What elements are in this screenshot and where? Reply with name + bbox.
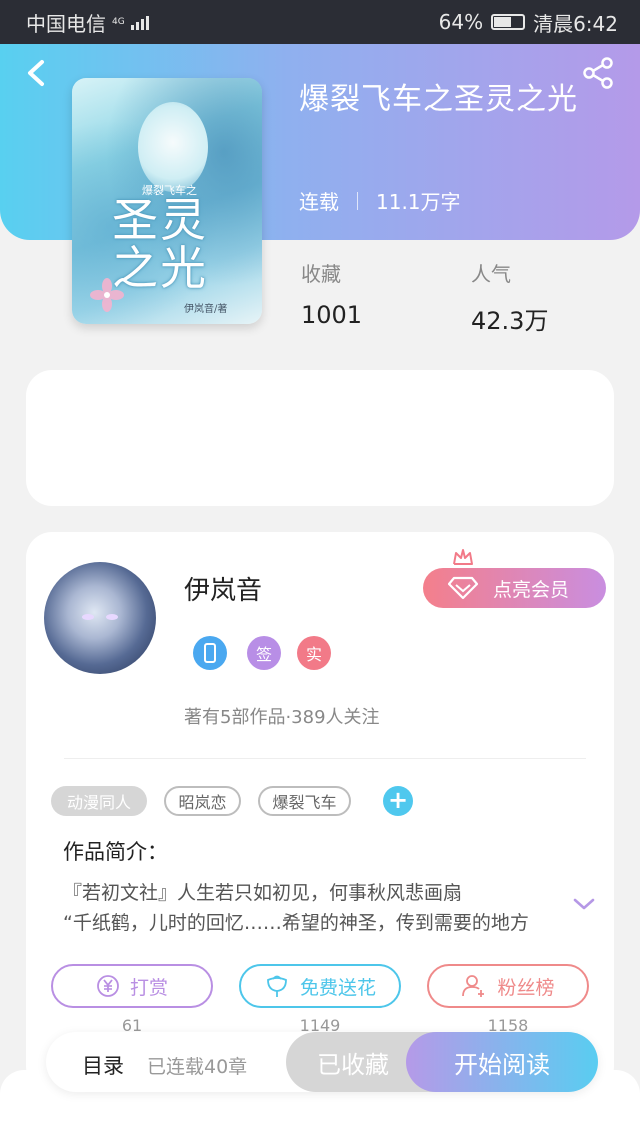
yen-icon — [97, 975, 119, 997]
cover-title-art: 圣灵之光 — [112, 193, 208, 295]
carrier-info: 中国电信 4G — [26, 8, 149, 37]
sign-icon: 签 — [247, 636, 281, 670]
stat-popularity: 人气 42.3万 — [471, 258, 548, 336]
stat-label: 人气 — [471, 262, 511, 286]
start-reading-button[interactable]: 开始阅读 — [406, 1032, 598, 1092]
intro-line: “千纸鹤，儿时的回忆……希望的神圣，传到需要的地方 — [63, 912, 529, 934]
tag-chip[interactable]: 昭岚恋 — [164, 786, 241, 816]
crown-icon — [453, 549, 473, 565]
book-cover[interactable]: 爆裂飞车之 圣灵之光 伊岚音/著 — [72, 78, 262, 324]
clock: 清晨6:42 — [533, 11, 618, 36]
stat-value: 1001 — [301, 301, 363, 329]
stat-favorites: 收藏 1001 — [301, 258, 362, 329]
author-avatar[interactable] — [44, 562, 156, 674]
section-divider — [64, 758, 586, 759]
book-meta: 连载 11.1万字 — [299, 186, 461, 215]
send-flower-button[interactable]: 免费送花 — [239, 964, 401, 1008]
cover-author-line: 伊岚音/著 — [184, 304, 228, 315]
chevron-down-icon[interactable] — [572, 896, 596, 912]
tip-label: 打赏 — [129, 976, 168, 999]
fans-icon — [462, 975, 485, 997]
phone-icon — [193, 636, 227, 670]
book-title: 爆裂飞车之圣灵之光 — [299, 82, 578, 117]
battery-icon — [491, 14, 526, 30]
meta-divider — [357, 191, 358, 210]
diamond-icon — [448, 576, 478, 600]
status-bar: 中国电信 4G 64% 清晨6:42 — [0, 0, 640, 44]
signal-icon — [130, 14, 149, 30]
stat-label: 收藏 — [301, 262, 341, 286]
flower-decoration-icon — [90, 278, 124, 312]
author-description: 著有5部作品·389人关注 — [184, 707, 380, 728]
stat-value: 42.3万 — [471, 307, 549, 335]
flower-icon — [267, 975, 287, 997]
network-type: 4G — [112, 16, 125, 27]
tip-button[interactable]: 打赏 — [51, 964, 213, 1008]
intro-label: 作品简介： — [63, 840, 168, 864]
intro-text: 『若初文社』人生若只如初见，何事秋风悲画扇 “千纸鹤，儿时的回忆……希望的神圣，… — [63, 878, 553, 938]
back-icon[interactable] — [20, 58, 54, 88]
avatar-face — [82, 614, 118, 620]
chapter-count: 已连载40章 — [147, 1056, 248, 1078]
intro-line: 『若初文社』人生若只如初见，何事秋风悲画扇 — [63, 882, 463, 904]
tag-chip[interactable]: 爆裂飞车 — [258, 786, 351, 816]
toc-button[interactable]: 目录 — [82, 1050, 124, 1080]
verified-icon: 实 — [297, 636, 331, 670]
blank-card — [26, 370, 614, 506]
author-name[interactable]: 伊岚音 — [184, 570, 262, 607]
tag-chip[interactable]: 动漫同人 — [51, 786, 147, 816]
cover-character — [138, 102, 208, 192]
fans-ranking-button[interactable]: 粉丝榜 — [427, 964, 589, 1008]
fans-ranking-label: 粉丝榜 — [497, 976, 555, 999]
phone-glyph — [204, 643, 216, 663]
word-count: 11.1万字 — [376, 190, 461, 214]
book-status: 连载 — [299, 190, 339, 214]
carrier-name: 中国电信 — [26, 11, 106, 36]
battery-percent: 64% — [438, 10, 484, 34]
send-flower-label: 免费送花 — [299, 976, 376, 999]
add-tag-button[interactable]: + — [383, 786, 413, 816]
